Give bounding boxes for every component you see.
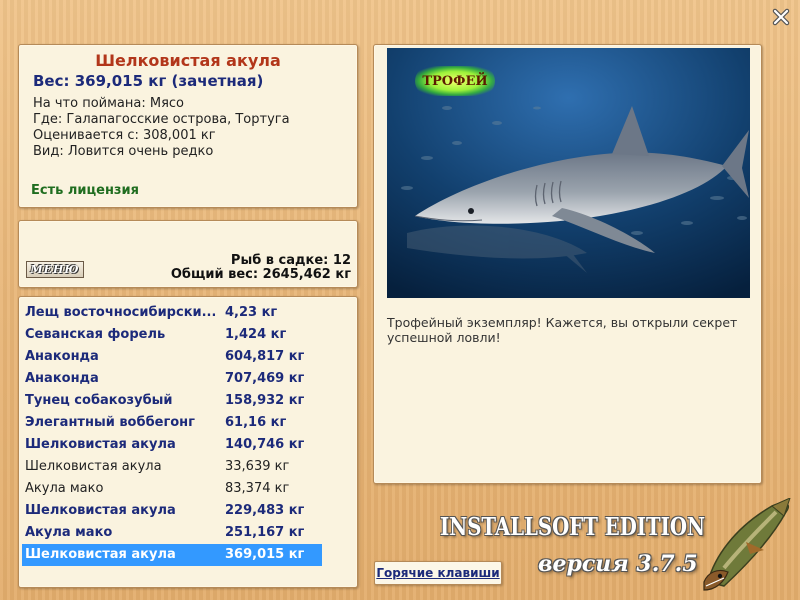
catch-fish-weight: 369,015 кг: [225, 547, 305, 562]
catch-fish-name: Шелковистая акула: [25, 437, 176, 452]
close-icon: [772, 8, 790, 26]
catch-fish-name: Акула мако: [25, 525, 113, 540]
catch-list-panel: Лещ восточносибирски... 4,23 кг Севанская …: [18, 296, 358, 588]
cage-fish-count: Рыб в садке: 12: [230, 253, 351, 268]
catch-fish-weight: 33,639 кг: [225, 459, 290, 474]
catch-fish-name: Шелковистая акула: [25, 459, 162, 474]
catch-row[interactable]: Анаконда 604,817 кг: [22, 346, 322, 368]
catch-row[interactable]: Шелковистая акула 229,483 кг: [22, 500, 322, 522]
catch-fish-weight: 1,424 кг: [225, 327, 287, 342]
catch-fish-weight: 140,746 кг: [225, 437, 305, 452]
fish-photo-panel: ТРОФЕЙ Трофейный экземпляр! Кажется, вы …: [373, 44, 762, 484]
catch-row[interactable]: Шелковистая акула 33,639 кг: [22, 456, 322, 478]
catch-fish-weight: 229,483 кг: [225, 503, 305, 518]
catch-fish-name: Шелковистая акула: [25, 547, 176, 562]
catch-fish-name: Акула мако: [25, 481, 104, 496]
catch-row[interactable]: Элегантный воббегонг 61,16 кг: [22, 412, 322, 434]
edition-label: INSTALLSOFT EDITION: [440, 512, 706, 541]
catch-row[interactable]: Акула мако 83,374 кг: [22, 478, 322, 500]
close-button[interactable]: [771, 7, 791, 27]
catch-fish-name: Анаконда: [25, 349, 99, 364]
fish-photo: ТРОФЕЙ: [387, 48, 750, 298]
catch-fish-name: Анаконда: [25, 371, 99, 386]
trophy-message: Трофейный экземпляр! Кажется, вы открыли…: [387, 315, 738, 345]
fish-weight: Вес: 369,015 кг (зачетная): [33, 72, 264, 90]
catch-row-selected[interactable]: Шелковистая акула 369,015 кг: [22, 544, 322, 566]
catch-fish-weight: 61,16 кг: [225, 415, 287, 430]
fish-valued-from: Оценивается с: 308,001 кг: [33, 128, 216, 143]
cage-panel: МЕНЮ Рыб в садке: 12 Общий вес: 2645,462…: [18, 220, 358, 288]
catch-row[interactable]: Лещ восточносибирски... 4,23 кг: [22, 302, 322, 324]
version-label: версия 3.7.5: [538, 551, 698, 577]
catch-fish-name: Севанская форель: [25, 327, 166, 342]
license-status: Есть лицензия: [31, 183, 139, 198]
catch-fish-name: Элегантный воббегонг: [25, 415, 195, 430]
pike-fish-icon: [694, 497, 794, 594]
catch-fish-weight: 251,167 кг: [225, 525, 305, 540]
catch-fish-name: Лещ восточносибирски...: [25, 305, 215, 320]
hotkeys-button[interactable]: Горячие клавиши: [374, 561, 502, 585]
catch-fish-name: Шелковистая акула: [25, 503, 176, 518]
fish-location: Где: Галапагосские острова, Тортуга: [33, 112, 290, 127]
cage-total-weight: Общий вес: 2645,462 кг: [170, 267, 351, 282]
catch-row[interactable]: Акула мако 251,167 кг: [22, 522, 322, 544]
fish-info-panel: Шелковистая акула Вес: 369,015 кг (зачет…: [18, 44, 358, 208]
catch-fish-weight: 83,374 кг: [225, 481, 290, 496]
catch-row[interactable]: Шелковистая акула 140,746 кг: [22, 434, 322, 456]
fish-rarity: Вид: Ловится очень редко: [33, 144, 214, 159]
fish-bait: На что поймана: Мясо: [33, 96, 185, 111]
trophy-badge: ТРОФЕЙ: [415, 66, 495, 96]
catch-row[interactable]: Севанская форель 1,424 кг: [22, 324, 322, 346]
catch-fish-weight: 158,932 кг: [225, 393, 305, 408]
catch-list: Лещ восточносибирски... 4,23 кг Севанская …: [22, 302, 322, 566]
catch-row[interactable]: Анаконда 707,469 кг: [22, 368, 322, 390]
fish-name-title: Шелковистая акула: [95, 51, 281, 70]
catch-fish-weight: 4,23 кг: [225, 305, 278, 320]
menu-button[interactable]: МЕНЮ: [26, 261, 84, 278]
catch-fish-weight: 707,469 кг: [225, 371, 305, 386]
catch-fish-name: Тунец собакозубый: [25, 393, 173, 408]
catch-fish-weight: 604,817 кг: [225, 349, 305, 364]
catch-row[interactable]: Тунец собакозубый 158,932 кг: [22, 390, 322, 412]
